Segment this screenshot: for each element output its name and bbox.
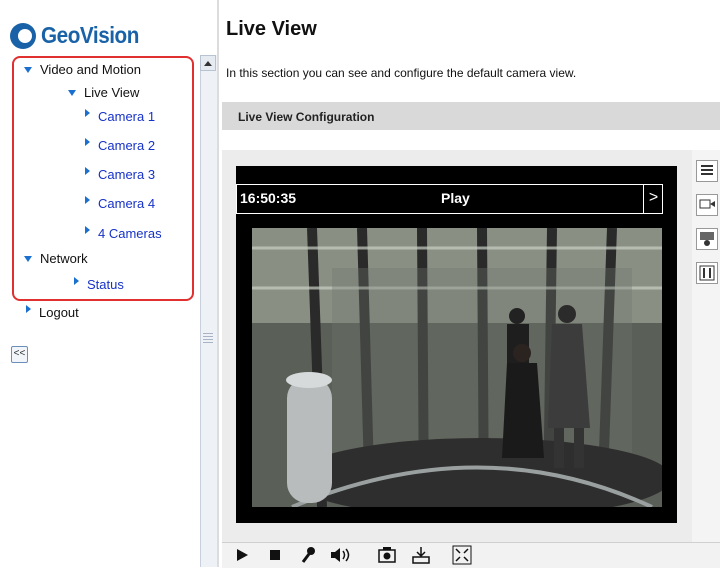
sidebar-item-video-and-motion[interactable]: Video and Motion: [24, 62, 141, 77]
sidebar-item-label: Camera 1: [98, 109, 156, 124]
ptz-camera-icon[interactable]: [696, 228, 718, 250]
microphone-icon[interactable]: [298, 545, 320, 565]
osd-status: Play: [441, 190, 470, 206]
section-title: Live View Configuration: [238, 110, 375, 124]
bullet-arrow-icon: [74, 276, 79, 285]
menu-icon[interactable]: [696, 160, 718, 182]
page-description: In this section you can see and configur…: [226, 66, 577, 80]
bullet-arrow-icon: [85, 108, 90, 117]
expand-arrow-icon: [68, 89, 76, 96]
sidebar-item-camera-3[interactable]: Camera 3: [85, 166, 156, 182]
sidebar-item-label: Video and Motion: [40, 62, 141, 77]
sidebar-item-4-cameras[interactable]: 4 Cameras: [85, 225, 162, 241]
io-panel-icon[interactable]: [696, 262, 718, 284]
bullet-arrow-icon: [85, 166, 90, 175]
sidebar-item-label: Logout: [39, 305, 79, 320]
snapshot-icon[interactable]: [376, 545, 398, 565]
sidebar-item-label: Network: [40, 251, 88, 266]
splitter-grip[interactable]: [203, 333, 213, 345]
sidebar-item-label: Camera 3: [98, 167, 156, 182]
sidebar-item-label: Camera 2: [98, 138, 156, 153]
scroll-up-button[interactable]: [200, 55, 216, 71]
collapse-sidebar-button[interactable]: <<: [11, 346, 28, 363]
expand-arrow-icon: [24, 66, 32, 73]
stop-icon[interactable]: [266, 545, 284, 565]
page-title: Live View: [226, 18, 317, 40]
speaker-icon[interactable]: [328, 545, 352, 565]
sidebar-item-live-view[interactable]: Live View: [68, 85, 139, 100]
sidebar-item-status[interactable]: Status: [74, 276, 124, 292]
sidebar-item-logout[interactable]: Logout: [26, 304, 79, 320]
sidebar-item-label: Live View: [84, 85, 140, 100]
logo-mark-icon: [10, 22, 36, 49]
expand-arrow-icon: [24, 255, 32, 262]
play-icon[interactable]: [232, 545, 252, 565]
bullet-arrow-icon: [26, 304, 31, 313]
geovision-logo: GeoVision: [10, 22, 150, 49]
logo-text: GeoVision: [41, 22, 139, 48]
sidebar-item-network[interactable]: Network: [24, 251, 88, 266]
sidebar-item-camera-1[interactable]: Camera 1: [85, 108, 156, 124]
download-icon[interactable]: [410, 545, 432, 565]
sidebar-item-label: Camera 4: [98, 196, 156, 211]
camera-video[interactable]: [252, 228, 662, 507]
video-scene-image: [252, 228, 662, 507]
next-button[interactable]: >: [643, 184, 663, 214]
fullscreen-icon[interactable]: [450, 545, 474, 565]
sidebar-scrollbar[interactable]: [200, 55, 217, 567]
sidebar-item-label: 4 Cameras: [98, 226, 162, 241]
camera-switch-icon[interactable]: [696, 194, 718, 216]
bullet-arrow-icon: [85, 225, 90, 234]
sidebar-item-label: Status: [87, 277, 124, 292]
bullet-arrow-icon: [85, 195, 90, 204]
osd-time: 16:50:35: [240, 190, 297, 206]
sidebar-item-camera-4[interactable]: Camera 4: [85, 195, 156, 211]
pane-divider: [217, 0, 219, 567]
bullet-arrow-icon: [85, 137, 90, 146]
sidebar-item-camera-2[interactable]: Camera 2: [85, 137, 156, 153]
